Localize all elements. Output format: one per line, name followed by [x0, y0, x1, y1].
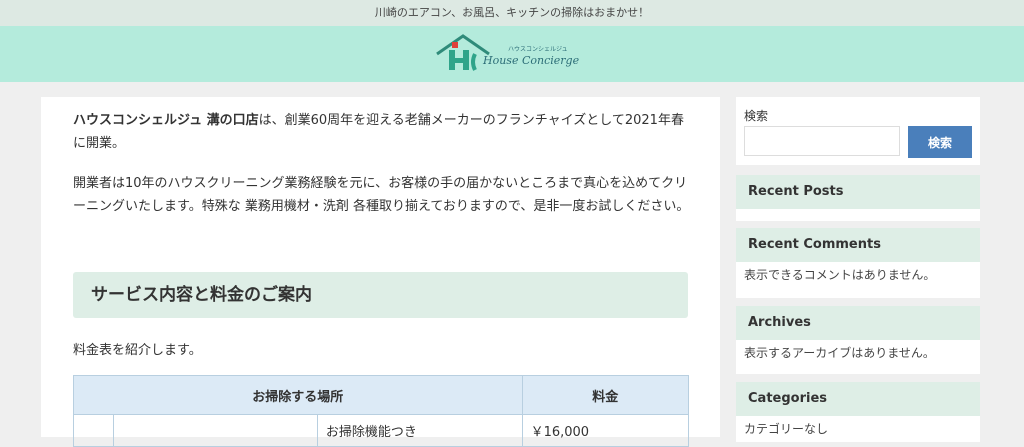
widget-title: Archives [736, 306, 980, 340]
table-cell-price: ￥16,000 [521, 414, 690, 447]
search-input[interactable] [744, 126, 900, 156]
widget-title: Recent Comments [736, 228, 980, 262]
widget-title: Categories [736, 382, 980, 416]
col-price-header: 料金 [521, 375, 690, 415]
search-label: 検索 [744, 109, 769, 123]
widget-title: Recent Posts [736, 175, 980, 209]
table-cell: お掃除機能つき [316, 414, 523, 447]
table-header-row: お掃除する場所 料金 [73, 375, 690, 415]
recent-posts-widget: Recent Posts [736, 175, 980, 221]
archives-widget: Archives 表示するアーカイブはありません。 [736, 306, 980, 374]
site-tagline: 川崎のエアコン、お風呂、キッチンの掃除はおまかせ！ [0, 0, 1024, 26]
table-row: お掃除機能つき ￥16,000 [73, 414, 690, 447]
logo-kana: ハウスコンシェルジュ [508, 46, 568, 53]
main-content: ハウスコンシェルジュ 溝の口店は、創業60周年を迎える老舗メーカーのフランチャイ… [41, 97, 720, 447]
site-logo[interactable]: ハウスコンシェルジュ House Concierge [435, 32, 595, 76]
table-cell [73, 414, 114, 447]
search-button[interactable]: 検索 [908, 126, 972, 158]
section-heading: サービス内容と料金のご案内 [73, 272, 688, 318]
categories-widget: Categories カテゴリーなし [736, 382, 980, 442]
search-widget: 検索 検索 [736, 97, 980, 165]
experience-paragraph: 開業者は10年のハウスクリーニング業務経験を元に、お客様の手の届かないところまで… [73, 176, 690, 214]
site-header: ハウスコンシェルジュ House Concierge [0, 26, 1024, 82]
logo-text: House Concierge [483, 54, 580, 67]
table-cell [112, 414, 318, 447]
widget-empty-text: 表示するアーカイブはありません。 [744, 346, 935, 360]
price-intro: 料金表を紹介します。 [73, 343, 202, 358]
col-location-header: お掃除する場所 [73, 375, 523, 415]
recent-comments-widget: Recent Comments 表示できるコメントはありません。 [736, 228, 980, 298]
price-table: お掃除する場所 料金 お掃除機能つき ￥16,000 [73, 375, 690, 447]
widget-empty-text: 表示できるコメントはありません。 [744, 268, 936, 282]
shop-name: ハウスコンシェルジュ 溝の口店 [73, 113, 259, 128]
intro-paragraph: ハウスコンシェルジュ 溝の口店は、創業60周年を迎える老舗メーカーのフランチャイ… [73, 109, 693, 155]
